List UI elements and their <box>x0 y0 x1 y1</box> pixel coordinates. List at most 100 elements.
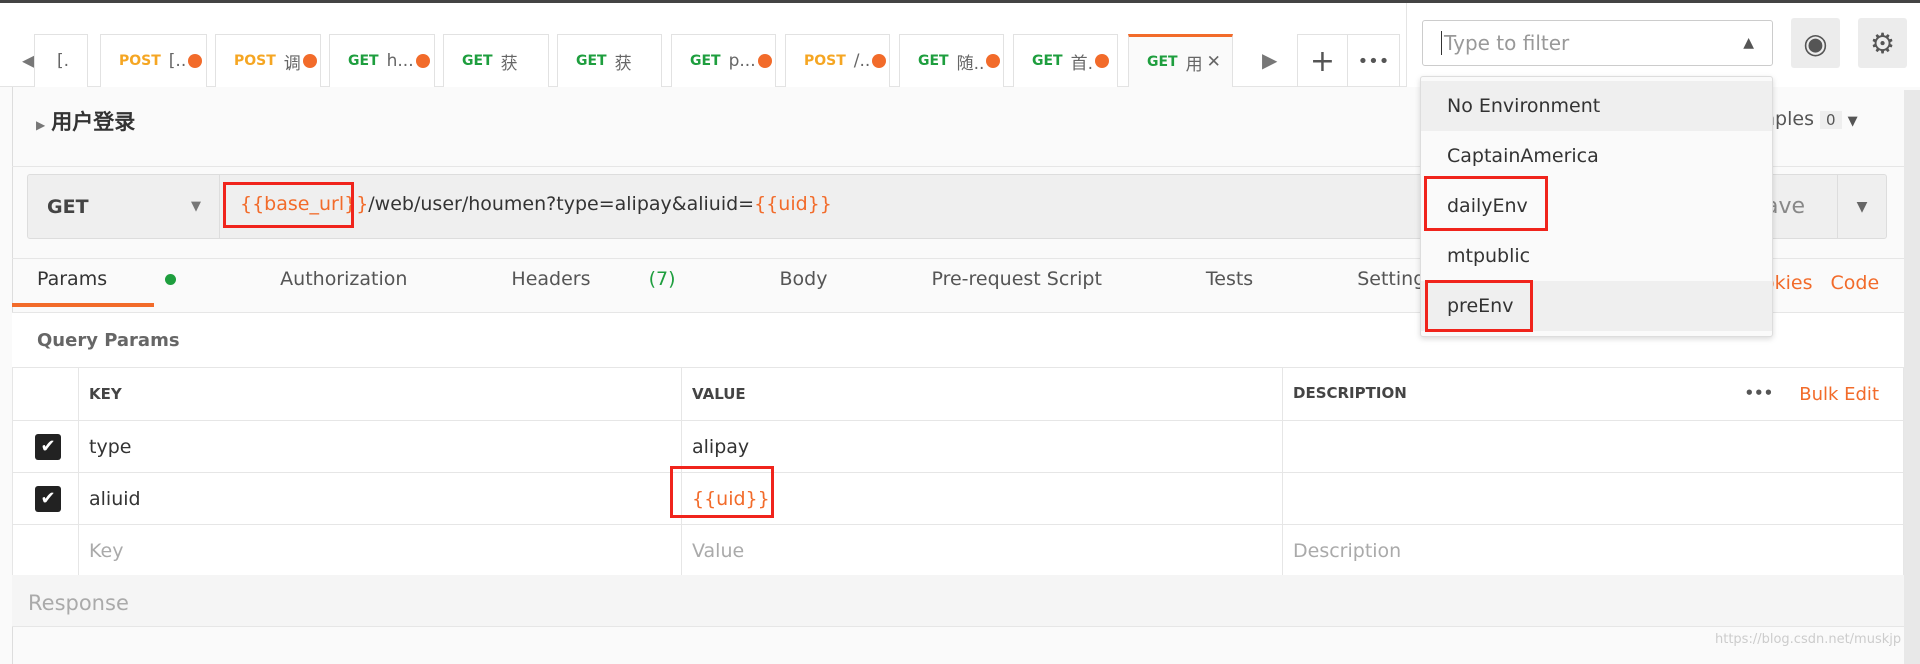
request-tab[interactable]: GET 用 ✕ <box>1128 34 1233 87</box>
unsaved-dot-icon <box>1095 54 1110 68</box>
request-name[interactable]: ▶ 用户登录 <box>36 106 135 136</box>
examples-count: 0 <box>1820 111 1842 129</box>
tab-label: 调 <box>283 53 301 74</box>
bulk-edit-link[interactable]: Bulk Edit <box>1799 384 1879 405</box>
manage-environments-button[interactable]: ⚙ <box>1858 18 1907 68</box>
environment-option[interactable]: mtpublic <box>1421 231 1772 281</box>
examples-dropdown[interactable]: nples 0 ▼ <box>1763 108 1858 130</box>
request-tab[interactable]: [. <box>34 34 88 87</box>
method-value: GET <box>47 195 89 218</box>
tab-label: Body <box>779 268 828 290</box>
close-icon[interactable]: ✕ <box>1207 52 1221 72</box>
environment-option[interactable]: No Environment <box>1421 81 1772 131</box>
tab-label: [.. <box>168 51 187 71</box>
tab-method: GET <box>918 53 949 69</box>
param-value[interactable]: alipay <box>681 420 1283 473</box>
tab-bar: ◀ [. POST [.. POST 调 GET h... GET 获 GET 获 GET p... PO… <box>0 3 1406 87</box>
eye-icon: ◉ <box>1803 26 1828 60</box>
highlight-box <box>670 466 774 518</box>
request-tab[interactable]: POST 调 <box>215 34 321 87</box>
tab-body[interactable]: Body <box>779 268 879 312</box>
table-row: ✔ aliuid {{uid}} <box>12 472 1904 525</box>
environment-filter-input[interactable]: Type to filter ▲ <box>1422 20 1773 66</box>
url-path: /web/user/houmen?type=alipay&aliuid= <box>368 193 755 215</box>
tab-pre-request-script[interactable]: Pre-request Script <box>931 268 1153 312</box>
unsaved-dot-icon <box>757 54 772 68</box>
environment-option[interactable]: CaptainAmerica <box>1421 131 1772 181</box>
tab-method: GET <box>348 53 379 69</box>
request-tab[interactable]: GET h... <box>329 34 435 87</box>
environment-quick-look-button[interactable]: ◉ <box>1791 18 1840 68</box>
tab-tests[interactable]: Tests <box>1206 268 1305 312</box>
description-header-label: DESCRIPTION <box>1293 383 1407 402</box>
tab-method: GET <box>1147 54 1178 70</box>
tab-label: Pre-request Script <box>931 268 1102 290</box>
tab-method: POST <box>234 53 276 69</box>
request-tab[interactable]: GET 首. <box>1013 34 1118 87</box>
tab-method: GET <box>576 53 607 69</box>
tab-label: h... <box>386 51 414 71</box>
table-header: KEY VALUE DESCRIPTION Bulk Edit ••• <box>12 367 1904 421</box>
unsaved-dot-icon <box>188 54 203 68</box>
highlight-box <box>1425 280 1533 332</box>
chevron-down-icon: ▼ <box>191 199 201 214</box>
tab-method: GET <box>690 53 721 69</box>
expand-caret-icon: ▶ <box>36 118 46 132</box>
code-link[interactable]: Code <box>1831 272 1880 294</box>
new-description-input[interactable]: Description <box>1282 524 1904 577</box>
new-key-input[interactable]: Key <box>78 524 682 577</box>
description-header: DESCRIPTION Bulk Edit ••• <box>1282 367 1904 421</box>
table-row: ✔ type alipay <box>12 420 1904 473</box>
key-header: KEY <box>78 367 682 421</box>
query-params-table: KEY VALUE DESCRIPTION Bulk Edit ••• ✔ ty… <box>12 367 1904 577</box>
unsaved-dot-icon <box>302 54 317 68</box>
tab-label: 获 <box>500 53 518 74</box>
tab-label: 获 <box>614 53 632 74</box>
tab-label: /.. <box>853 51 871 71</box>
unsaved-dot-icon <box>415 54 430 68</box>
param-description[interactable] <box>1282 420 1904 473</box>
tab-scroll-right-icon[interactable]: ▶ <box>1262 48 1277 72</box>
param-key[interactable]: aliuid <box>78 472 682 525</box>
tab-headers[interactable]: Headers (7) <box>511 268 727 312</box>
tab-method: POST <box>119 53 161 69</box>
response-section[interactable]: Response <box>12 575 1904 627</box>
row-checkbox[interactable]: ✔ <box>35 485 61 512</box>
tab-label: Headers <box>511 268 591 290</box>
request-tab[interactable]: POST /.. <box>785 34 890 87</box>
method-select[interactable]: GET ▼ <box>27 174 220 239</box>
more-options-icon[interactable]: ••• <box>1744 384 1773 402</box>
row-checkbox[interactable]: ✔ <box>35 433 61 460</box>
tab-authorization[interactable]: Authorization <box>280 268 459 312</box>
highlight-box <box>223 182 354 228</box>
request-tab[interactable]: GET 随.. <box>899 34 1004 87</box>
tab-label: 用 <box>1185 54 1203 75</box>
query-params-title: Query Params <box>37 330 180 351</box>
save-options-button[interactable]: ▼ <box>1837 175 1886 238</box>
value-header: VALUE <box>681 367 1283 421</box>
request-tab[interactable]: GET 获 <box>557 34 662 87</box>
scrollbar[interactable] <box>1904 90 1920 664</box>
tab-label: Params <box>37 268 108 290</box>
tab-label: 随.. <box>956 53 985 74</box>
caret-up-icon: ▲ <box>1743 35 1754 51</box>
new-tab-button[interactable]: + <box>1298 35 1348 87</box>
request-tab[interactable]: POST [.. <box>100 34 207 87</box>
table-row-new: Key Value Description <box>12 524 1904 577</box>
tab-more-button[interactable]: ••• <box>1348 35 1399 87</box>
request-tab[interactable]: GET p... <box>671 34 776 87</box>
active-tab-underline <box>12 303 154 307</box>
tab-method: POST <box>804 53 846 69</box>
param-description[interactable] <box>1282 472 1904 525</box>
gear-icon: ⚙ <box>1869 26 1896 60</box>
status-dot-icon <box>165 274 177 285</box>
unsaved-dot-icon <box>872 54 887 68</box>
request-tab[interactable]: GET 获 <box>443 34 549 87</box>
filter-placeholder: Type to filter <box>1441 31 1569 55</box>
url-var-uid: {{uid}} <box>754 193 832 215</box>
watermark: https://blog.csdn.net/muskjp <box>1715 632 1902 647</box>
tab-method: GET <box>1032 53 1063 69</box>
tab-method: GET <box>462 53 493 69</box>
param-key[interactable]: type <box>78 420 682 473</box>
new-value-input[interactable]: Value <box>681 524 1283 577</box>
